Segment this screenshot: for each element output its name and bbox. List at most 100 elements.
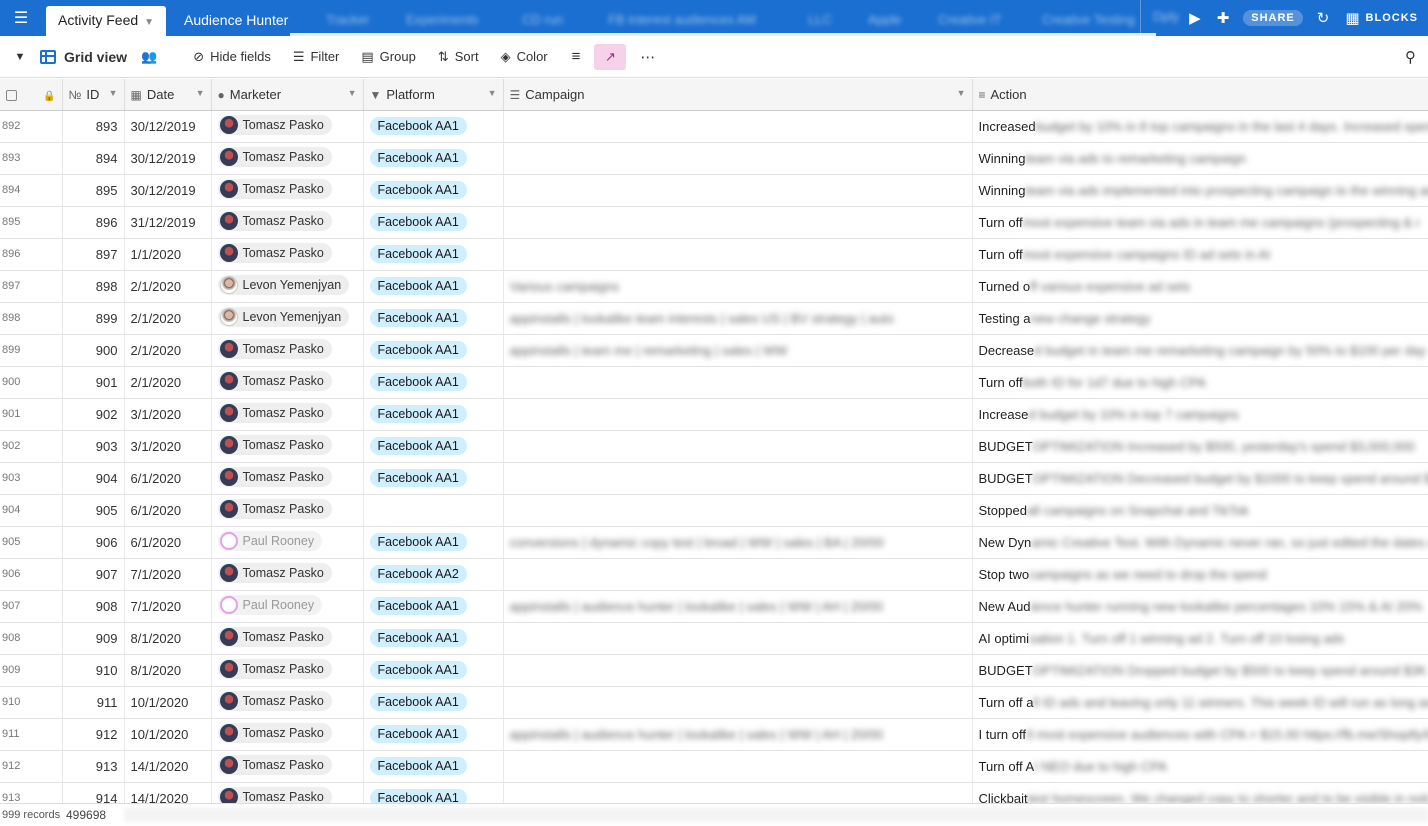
cell-action[interactable]: Increasedbudget by 10% in 8 top campaign… [972, 110, 1428, 143]
cell-marketer[interactable]: Tomasz Pasko [211, 782, 364, 803]
cell-action[interactable]: AI optimisation 1. Turn off 1 winning ad… [972, 622, 1428, 655]
cell-marketer[interactable]: Tomasz Pasko [211, 654, 364, 687]
cell-id[interactable]: 894 [62, 142, 125, 175]
cell-id[interactable]: 905 [62, 494, 125, 527]
share-view-button[interactable]: ↗ [594, 36, 627, 78]
cell-date[interactable]: 30/12/2019 [124, 110, 212, 143]
cell-campaign[interactable]: appinstalls | audience hunter | lookalik… [503, 718, 973, 751]
cell-action[interactable]: BUDGETOPTIMIZATION Dropped budget by $50… [972, 654, 1428, 687]
cell-date[interactable]: 10/1/2020 [124, 718, 212, 751]
table-row[interactable]: 908 909 8/1/2020 Tomasz Pasko Facebook AA1 AI… [0, 622, 1428, 655]
cell-action[interactable]: Stop twocampaigns as we need to drop the… [972, 558, 1428, 591]
cell-action[interactable]: Winningteam via ads to remarketing campa… [972, 142, 1428, 175]
cell-date[interactable]: 2/1/2020 [124, 302, 212, 335]
checkbox-icon[interactable] [6, 89, 17, 101]
cell-platform[interactable]: Facebook AA1 [363, 334, 504, 367]
cell-platform[interactable]: Facebook AA1 [363, 750, 504, 783]
cell-platform[interactable]: Facebook AA1 [363, 590, 504, 623]
tab-blurred[interactable]: FB interest audiences AM [596, 6, 768, 36]
cell-campaign[interactable] [503, 750, 973, 783]
cell-date[interactable]: 31/12/2019 [124, 206, 212, 239]
cell-marketer[interactable]: Tomasz Pasko [211, 686, 364, 719]
cell-campaign[interactable] [503, 654, 973, 687]
table-row[interactable]: 912 913 14/1/2020 Tomasz Pasko Facebook AA1 T… [0, 750, 1428, 783]
cell-marketer[interactable]: Tomasz Pasko [211, 142, 364, 175]
cell-platform[interactable]: Facebook AA1 [363, 142, 504, 175]
cell-action[interactable]: Increased budget by 10% in top 7 campaig… [972, 398, 1428, 431]
cell-campaign[interactable] [503, 558, 973, 591]
cell-action[interactable]: Decreased budget in team me remarketing … [972, 334, 1428, 367]
cell-marketer[interactable]: Tomasz Pasko [211, 238, 364, 271]
cell-action[interactable]: New Audience hunter running new lookalik… [972, 590, 1428, 623]
row-height-icon[interactable]: ≡ [572, 36, 581, 78]
color-button[interactable]: ◈ Color [501, 36, 548, 78]
sidebar-toggle-caret-icon[interactable]: ▼ [0, 36, 40, 78]
cell-campaign[interactable]: conversions | dynamic copy test | broad … [503, 526, 973, 559]
cell-marketer[interactable]: Levon Yemenjyan [211, 270, 364, 303]
cell-marketer[interactable]: Tomasz Pasko [211, 110, 364, 143]
cell-action[interactable]: Winningteam via ads implemented into pro… [972, 174, 1428, 207]
table-row[interactable]: 894 895 30/12/2019 Tomasz Pasko Facebook AA1… [0, 174, 1428, 207]
collaborators-icon[interactable]: 👥 [141, 36, 157, 78]
chevron-down-icon[interactable]: ▼ [109, 88, 118, 98]
cell-id[interactable]: 898 [62, 270, 125, 303]
cell-id[interactable]: 908 [62, 590, 125, 623]
cell-campaign[interactable]: appinstalls | lookalike team interests |… [503, 302, 973, 335]
cell-marketer[interactable]: Tomasz Pasko [211, 750, 364, 783]
cell-campaign[interactable] [503, 238, 973, 271]
cell-marketer[interactable]: Tomasz Pasko [211, 334, 364, 367]
chevron-down-icon[interactable]: ▼ [957, 88, 966, 98]
table-row[interactable]: 913 914 14/1/2020 Tomasz Pasko Facebook AA1 C… [0, 782, 1428, 803]
cell-id[interactable]: 893 [62, 110, 125, 143]
cell-marketer[interactable]: Tomasz Pasko [211, 494, 364, 527]
group-button[interactable]: ▤ Group [361, 36, 415, 78]
cell-marketer[interactable]: Tomasz Pasko [211, 366, 364, 399]
cell-date[interactable]: 1/1/2020 [124, 238, 212, 271]
cell-action[interactable]: Turned off various expensive ad sets [972, 270, 1428, 303]
cell-id[interactable]: 900 [62, 334, 125, 367]
cell-campaign[interactable] [503, 206, 973, 239]
cell-date[interactable]: 14/1/2020 [124, 782, 212, 803]
chevron-down-icon[interactable]: ▼ [196, 88, 205, 98]
cell-platform[interactable]: Facebook AA1 [363, 174, 504, 207]
table-row[interactable]: 897 898 2/1/2020 Levon Yemenjyan Facebook AA… [0, 270, 1428, 303]
tab-blurred[interactable]: Experiments [394, 6, 490, 36]
cell-marketer[interactable]: Tomasz Pasko [211, 206, 364, 239]
cell-campaign[interactable] [503, 366, 973, 399]
cell-marketer[interactable]: Tomasz Pasko [211, 558, 364, 591]
chevron-down-icon[interactable]: ▼ [144, 17, 154, 28]
table-row[interactable]: 893 894 30/12/2019 Tomasz Pasko Facebook AA1… [0, 142, 1428, 175]
cell-action[interactable]: I turn off3 most expensive audiences wit… [972, 718, 1428, 751]
select-all-header[interactable]: 🔒 [0, 79, 63, 111]
table-row[interactable]: 892 893 30/12/2019 Tomasz Pasko Facebook AA1… [0, 110, 1428, 143]
table-row[interactable]: 895 896 31/12/2019 Tomasz Pasko Facebook AA1… [0, 206, 1428, 239]
cell-campaign[interactable]: appinstalls | audience hunter | lookalik… [503, 590, 973, 623]
cell-action[interactable]: Turn offboth ID for 1d7 due to high CPA [972, 366, 1428, 399]
cell-date[interactable]: 8/1/2020 [124, 654, 212, 687]
table-row[interactable]: 910 911 10/1/2020 Tomasz Pasko Facebook AA1 T… [0, 686, 1428, 719]
more-options-icon[interactable]: ⋯ [640, 36, 655, 78]
cell-platform[interactable]: Facebook AA1 [363, 430, 504, 463]
hamburger-menu-icon[interactable]: ☰ [0, 0, 42, 36]
cell-platform[interactable]: Facebook AA1 [363, 622, 504, 655]
tab-audience-hunter[interactable]: Audience Hunter [172, 6, 300, 36]
cell-action[interactable]: BUDGETOPTIMIZATION Increased by $500, ye… [972, 430, 1428, 463]
table-row[interactable]: 905 906 6/1/2020 Paul Rooney Facebook AA1 con… [0, 526, 1428, 559]
share-button[interactable]: SHARE [1243, 10, 1303, 26]
tab-blurred[interactable]: Tracker [314, 6, 382, 36]
cell-platform[interactable]: Facebook AA1 [363, 526, 504, 559]
cell-campaign[interactable] [503, 110, 973, 143]
cell-marketer[interactable]: Tomasz Pasko [211, 622, 364, 655]
cell-date[interactable]: 6/1/2020 [124, 494, 212, 527]
cell-id[interactable]: 913 [62, 750, 125, 783]
table-row[interactable]: 902 903 3/1/2020 Tomasz Pasko Facebook AA1 BU… [0, 430, 1428, 463]
column-header-id[interactable]: № ID ▼ [62, 79, 125, 111]
add-tab-icon[interactable]: ✚ [1217, 9, 1230, 27]
cell-platform[interactable]: Facebook AA1 [363, 462, 504, 495]
cell-platform[interactable]: Facebook AA1 [363, 398, 504, 431]
cell-campaign[interactable] [503, 782, 973, 803]
chevron-down-icon[interactable]: ▼ [348, 88, 357, 98]
cell-id[interactable]: 895 [62, 174, 125, 207]
cell-marketer[interactable]: Tomasz Pasko [211, 174, 364, 207]
table-row[interactable]: 899 900 2/1/2020 Tomasz Pasko Facebook AA1 ap… [0, 334, 1428, 367]
